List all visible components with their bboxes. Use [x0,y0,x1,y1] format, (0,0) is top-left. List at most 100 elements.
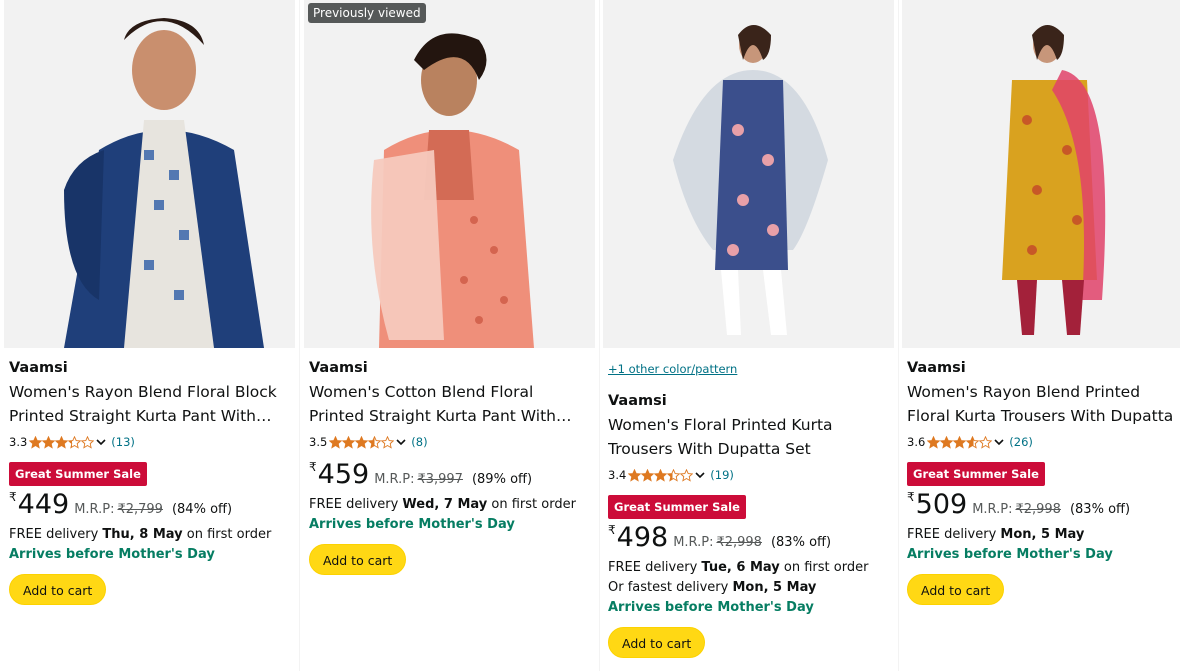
review-count[interactable]: (19) [710,468,734,482]
previously-viewed-badge: Previously viewed [308,3,426,23]
product-card: Vaamsi Women's Rayon Blend Floral Block … [4,0,300,671]
delivery-prefix: FREE delivery [907,527,997,542]
add-to-cart-button[interactable]: Add to cart [608,627,706,658]
star-rating-icon [628,468,694,482]
currency-symbol: ₹ [9,490,17,504]
star-icon [81,435,95,449]
arrives-note: Arrives before Mother's Day [309,517,515,532]
price-row: ₹ 498 M.R.P: ₹2,998 (83% off) [608,523,890,555]
mrp: M.R.P: ₹3,997 [374,472,463,487]
delivery-info: FREE delivery Thu, 8 May on first order [9,525,291,545]
star-icon [667,468,681,482]
star-icon [42,435,56,449]
delivery-prefix: FREE delivery [309,497,399,512]
review-count[interactable]: (13) [111,435,135,449]
price-row: ₹ 449 M.R.P: ₹2,799 (84% off) [9,490,291,522]
delivery-date: Tue, 6 May [701,560,780,575]
rating-value: 3.6 [907,435,926,449]
star-icon [654,468,668,482]
price-row: ₹ 459 M.R.P: ₹3,997 (89% off) [309,460,591,492]
star-icon [953,435,967,449]
product-image[interactable] [4,0,295,348]
product-title[interactable]: Women's Cotton Blend Floral Printed Stra… [309,380,591,428]
star-icon [966,435,980,449]
chevron-down-icon[interactable] [993,436,1005,448]
star-icon [979,435,993,449]
rating-value: 3.3 [9,435,28,449]
mrp-value: ₹3,997 [417,472,463,487]
add-to-cart-button[interactable]: Add to cart [9,574,107,605]
mrp-label: M.R.P: [374,472,415,487]
product-card: Previously viewed Vaamsi Women's Cotton … [304,0,600,671]
sale-badge: Great Summer Sale [907,462,1045,486]
delivery-suffix: on first order [491,497,576,512]
delivery-prefix: FREE delivery [9,527,99,542]
discount: (83% off) [770,535,832,550]
product-image[interactable] [902,0,1180,348]
star-icon [355,435,369,449]
rating-value: 3.5 [309,435,328,449]
mrp-label: M.R.P: [972,502,1013,517]
mrp: M.R.P: ₹2,799 [74,502,163,517]
sale-badge: Great Summer Sale [608,495,746,519]
arrives-note: Arrives before Mother's Day [9,547,215,562]
price: 459 [317,459,370,490]
delivery-info: FREE delivery Mon, 5 May [907,525,1176,545]
review-count[interactable]: (26) [1009,435,1033,449]
arrives-note: Arrives before Mother's Day [608,600,814,615]
arrives-note: Arrives before Mother's Day [907,547,1113,562]
rating-row[interactable]: 3.4 (19) [608,465,890,485]
product-image[interactable] [603,0,894,348]
product-card: Vaamsi Women's Rayon Blend Printed Flora… [902,0,1180,671]
star-icon [940,435,954,449]
delivery-suffix: on first order [783,560,869,575]
price: 449 [17,489,70,520]
rating-value: 3.4 [608,468,627,482]
add-to-cart-button[interactable]: Add to cart [907,574,1005,605]
mrp-value: ₹2,998 [1015,502,1061,517]
mrp: M.R.P: ₹2,998 [673,535,762,550]
rating-row[interactable]: 3.5 (8) [309,432,591,452]
currency-symbol: ₹ [608,523,616,537]
star-icon [55,435,69,449]
rating-row[interactable]: 3.6 (26) [907,432,1176,452]
chevron-down-icon[interactable] [395,436,407,448]
star-icon [641,468,655,482]
product-title[interactable]: Women's Rayon Blend Floral Block Printed… [9,380,291,428]
product-brand: Vaamsi [907,360,966,376]
fastest-delivery-info: Or fastest delivery Mon, 5 May [608,578,890,598]
star-rating-icon [29,435,95,449]
currency-symbol: ₹ [907,490,915,504]
mrp-value: ₹2,998 [716,535,762,550]
product-title[interactable]: Women's Floral Printed Kurta Trousers Wi… [608,413,890,461]
price: 509 [915,489,968,520]
star-icon [68,435,82,449]
mrp-label: M.R.P: [74,502,115,517]
delivery-date: Thu, 8 May [102,527,183,542]
product-brand: Vaamsi [9,360,68,376]
product-brand: Vaamsi [608,393,667,409]
delivery-date: Mon, 5 May [1000,527,1085,542]
star-icon [628,468,642,482]
delivery-suffix: on first order [186,527,272,542]
delivery-info: FREE delivery Wed, 7 May on first order [309,495,591,515]
product-title[interactable]: Women's Rayon Blend Printed Floral Kurta… [907,380,1176,428]
mrp: M.R.P: ₹2,998 [972,502,1061,517]
discount: (83% off) [1069,502,1131,517]
chevron-down-icon[interactable] [694,469,706,481]
add-to-cart-button[interactable]: Add to cart [309,544,407,575]
rating-row[interactable]: 3.3 (13) [9,432,291,452]
review-count[interactable]: (8) [411,435,427,449]
color-options-link[interactable]: +1 other color/pattern [608,358,890,380]
star-icon [342,435,356,449]
mrp-value: ₹2,799 [117,502,163,517]
product-image[interactable]: Previously viewed [304,0,595,348]
mrp-label: M.R.P: [673,535,714,550]
star-icon [680,468,694,482]
star-icon [927,435,941,449]
product-grid: Vaamsi Women's Rayon Blend Floral Block … [0,0,1180,671]
price: 498 [616,522,669,553]
chevron-down-icon[interactable] [95,436,107,448]
product-brand: Vaamsi [309,360,368,376]
star-rating-icon [927,435,993,449]
